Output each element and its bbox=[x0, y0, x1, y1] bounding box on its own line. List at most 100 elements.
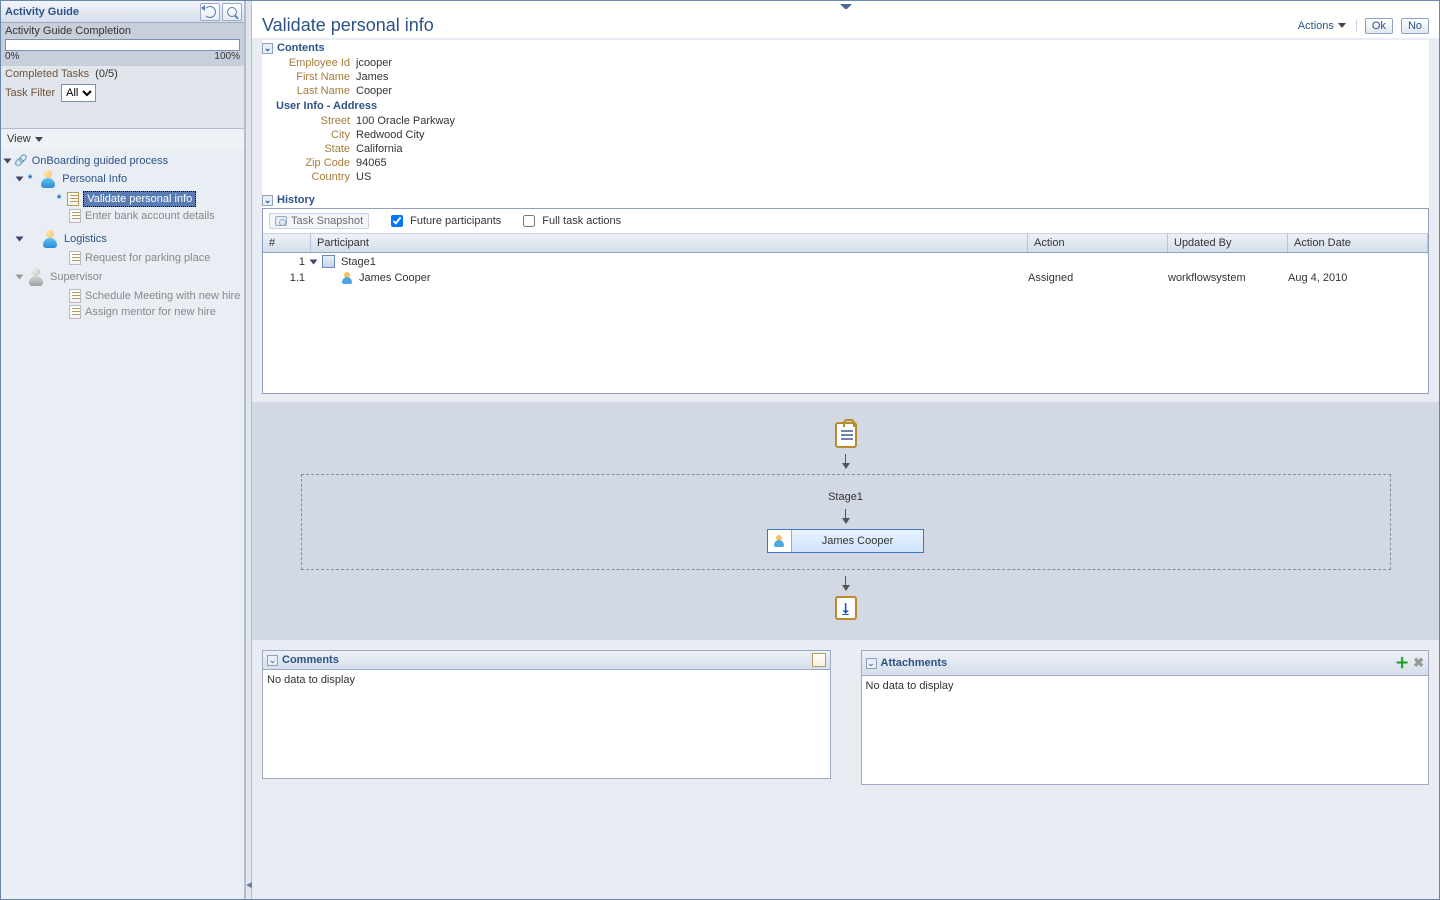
collapse-icon[interactable]: ⌄ bbox=[866, 658, 877, 669]
activity-guide-title: Activity Guide bbox=[1, 6, 200, 18]
view-menu[interactable]: View bbox=[1, 128, 244, 149]
tree-item-validate-personal-info[interactable]: * Validate personal info bbox=[5, 190, 244, 208]
last-name-label: Last Name bbox=[276, 85, 356, 97]
collapse-icon[interactable]: ⌄ bbox=[262, 43, 273, 54]
street-label: Street bbox=[276, 115, 356, 127]
attachments-title: Attachments bbox=[881, 657, 1392, 669]
arrow-down-icon bbox=[845, 509, 846, 523]
splitter[interactable] bbox=[246, 1, 252, 899]
tree-item-label: Schedule Meeting with new hire bbox=[85, 290, 240, 302]
progress-100: 100% bbox=[214, 51, 240, 62]
row-num: 1 bbox=[263, 256, 311, 268]
no-button[interactable]: No bbox=[1401, 18, 1429, 34]
collapse-icon[interactable]: ⌄ bbox=[267, 655, 278, 666]
history-row-stage[interactable]: 1 Stage1 bbox=[263, 253, 1428, 270]
last-name-value: Cooper bbox=[356, 85, 392, 97]
tree-root[interactable]: 🔗 OnBoarding guided process bbox=[5, 153, 244, 168]
tree-group-logistics[interactable]: Logistics bbox=[5, 228, 244, 250]
ok-button[interactable]: Ok bbox=[1365, 18, 1393, 34]
add-comment-button[interactable] bbox=[812, 653, 826, 667]
required-indicator: * bbox=[26, 173, 34, 185]
search-button[interactable] bbox=[222, 3, 242, 21]
refresh-icon bbox=[204, 6, 216, 18]
row-participant: James Cooper bbox=[359, 272, 431, 284]
collapse-icon[interactable]: ⌄ bbox=[262, 195, 273, 206]
expand-icon[interactable] bbox=[310, 259, 318, 264]
employee-id-label: Employee Id bbox=[276, 57, 356, 69]
activity-tree: 🔗 OnBoarding guided process * Personal I… bbox=[1, 149, 244, 899]
stage-icon bbox=[322, 255, 335, 268]
progress-0: 0% bbox=[5, 51, 19, 62]
task-filter-select[interactable]: All bbox=[61, 84, 96, 102]
tree-item-label: Validate personal info bbox=[83, 191, 196, 207]
arrow-down-icon bbox=[845, 576, 846, 590]
workflow-diagram: Stage1 James Cooper ⭣ bbox=[252, 402, 1439, 640]
tree-group-personal-info[interactable]: * Personal Info bbox=[5, 168, 244, 190]
expand-icon bbox=[16, 237, 24, 242]
contents-heading: Contents bbox=[277, 42, 325, 54]
add-attachment-button[interactable]: ＋ bbox=[1395, 653, 1409, 673]
expand-icon bbox=[16, 177, 24, 182]
chevron-down-icon bbox=[35, 137, 43, 142]
participant-name: James Cooper bbox=[792, 532, 924, 550]
state-label: State bbox=[276, 143, 356, 155]
person-icon bbox=[341, 272, 353, 284]
tree-item-enter-bank-details[interactable]: Enter bank account details bbox=[5, 208, 244, 224]
attachments-body: No data to display bbox=[861, 675, 1430, 785]
tree-group-supervisor[interactable]: Supervisor bbox=[5, 266, 244, 288]
task-snapshot-label: Task Snapshot bbox=[291, 215, 363, 227]
view-label: View bbox=[7, 133, 31, 145]
zip-label: Zip Code bbox=[276, 157, 356, 169]
full-task-actions-checkbox[interactable] bbox=[523, 215, 535, 227]
tree-group-label: Supervisor bbox=[50, 271, 103, 283]
tree-group-label: Logistics bbox=[64, 233, 107, 245]
history-heading: History bbox=[277, 194, 315, 206]
collapse-top[interactable] bbox=[252, 1, 1439, 9]
country-label: Country bbox=[276, 171, 356, 183]
required-indicator: * bbox=[55, 193, 63, 205]
participant-box[interactable]: James Cooper bbox=[767, 529, 925, 553]
row-updated-by: workflowsystem bbox=[1168, 272, 1288, 284]
remove-attachment-button[interactable]: ✖ bbox=[1413, 655, 1424, 671]
tree-item-label: Enter bank account details bbox=[85, 210, 215, 222]
person-icon bbox=[40, 229, 60, 249]
col-updated-by: Updated By bbox=[1168, 234, 1288, 252]
expand-icon bbox=[4, 158, 12, 163]
tree-item-assign-mentor[interactable]: Assign mentor for new hire bbox=[5, 304, 244, 320]
task-snapshot-button[interactable]: Task Snapshot bbox=[269, 213, 369, 229]
history-row-person[interactable]: 1.1 James Cooper Assigned workflowsystem… bbox=[263, 270, 1428, 286]
task-start-icon bbox=[835, 422, 857, 448]
history-table: Task Snapshot Future participants Full t… bbox=[262, 208, 1429, 394]
tree-item-parking[interactable]: Request for parking place bbox=[5, 250, 244, 266]
country-value: US bbox=[356, 171, 371, 183]
task-icon bbox=[69, 289, 81, 303]
row-num: 1.1 bbox=[263, 272, 311, 284]
comments-title: Comments bbox=[282, 654, 808, 666]
actions-menu[interactable]: Actions bbox=[1298, 20, 1357, 32]
full-task-actions-toggle[interactable]: Full task actions bbox=[519, 212, 621, 230]
tree-item-schedule-meeting[interactable]: Schedule Meeting with new hire bbox=[5, 288, 244, 304]
task-icon bbox=[69, 251, 81, 265]
comments-panel: ⌄ Comments No data to display bbox=[262, 650, 831, 785]
future-participants-checkbox[interactable] bbox=[391, 215, 403, 227]
row-action: Assigned bbox=[1028, 272, 1168, 284]
user-info-address-heading: User Info - Address bbox=[276, 98, 1429, 114]
tree-group-label: Personal Info bbox=[62, 173, 127, 185]
first-name-label: First Name bbox=[276, 71, 356, 83]
city-label: City bbox=[276, 129, 356, 141]
refresh-button[interactable] bbox=[200, 3, 220, 21]
zip-value: 94065 bbox=[356, 157, 387, 169]
state-value: California bbox=[356, 143, 402, 155]
future-participants-label: Future participants bbox=[410, 215, 501, 227]
tree-root-label: OnBoarding guided process bbox=[32, 155, 168, 167]
full-task-actions-label: Full task actions bbox=[542, 215, 621, 227]
attachments-panel: ⌄ Attachments ＋ ✖ No data to display bbox=[861, 650, 1430, 785]
employee-id-value: jcooper bbox=[356, 57, 392, 69]
task-icon bbox=[69, 209, 81, 223]
future-participants-toggle[interactable]: Future participants bbox=[387, 212, 501, 230]
person-icon bbox=[38, 169, 58, 189]
person-icon bbox=[26, 267, 46, 287]
task-icon bbox=[69, 305, 81, 319]
completion-label: Activity Guide Completion bbox=[5, 25, 240, 39]
page-title: Validate personal info bbox=[262, 15, 434, 36]
